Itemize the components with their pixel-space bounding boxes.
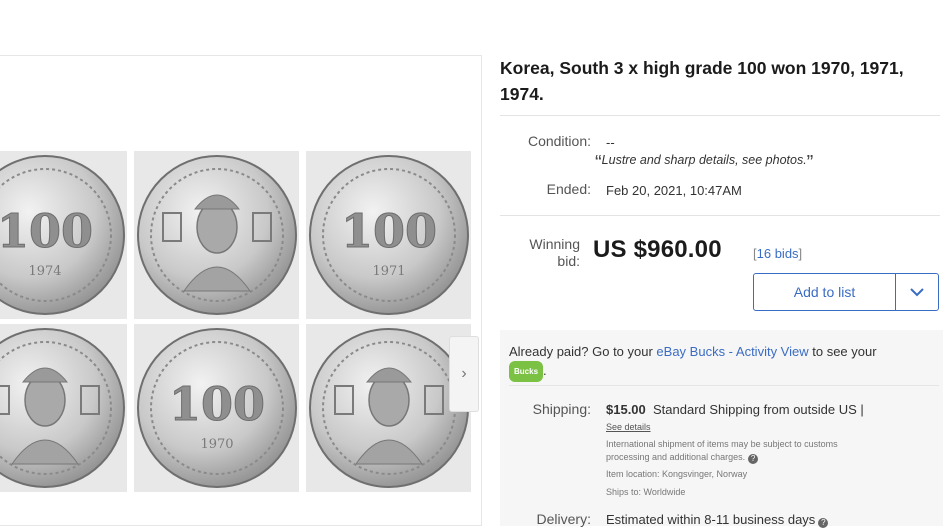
coin-photo-1[interactable]: 100 1974	[0, 151, 127, 319]
coin-photo-2[interactable]	[134, 151, 299, 319]
coin-image	[0, 324, 127, 492]
condition-value: --	[606, 135, 615, 150]
info-icon[interactable]: ?	[818, 518, 829, 528]
shipping-value: $15.00 Standard Shipping from outside US…	[606, 402, 864, 417]
coin-photo-5[interactable]: 100 1970	[134, 324, 299, 492]
divider	[509, 385, 939, 386]
add-to-list-label[interactable]: Add to list	[754, 274, 896, 310]
international-note: International shipment of items may be s…	[606, 439, 838, 464]
see-details-link[interactable]: See details	[606, 421, 651, 434]
chevron-right-icon: ›	[461, 365, 467, 382]
coin-photo-4[interactable]	[0, 324, 127, 492]
close-quote-icon: ”	[806, 152, 814, 174]
add-to-list-button[interactable]: Add to list	[753, 273, 939, 311]
divider	[500, 115, 940, 116]
winning-price: US $960.00	[593, 236, 722, 263]
open-quote-icon: “	[595, 152, 602, 174]
coin-image	[134, 151, 299, 319]
coin-image: 100 1970	[134, 324, 299, 492]
coin-image: 100 1974	[0, 151, 127, 319]
chevron-down-icon[interactable]	[896, 274, 938, 310]
item-location: Item location: Kongsvinger, Norway	[606, 469, 748, 479]
bucks-badge: Bucks	[509, 361, 544, 382]
ships-to: Ships to: Worldwide	[606, 487, 686, 497]
listing-details: Korea, South 3 x high grade 100 won 1970…	[500, 0, 943, 528]
coin-denomination: 100	[341, 204, 437, 258]
shipping-label: Shipping:	[532, 401, 591, 417]
next-image-button[interactable]: ›	[449, 336, 479, 412]
coin-image: 100 1971	[306, 151, 471, 319]
ended-label: Ended:	[546, 181, 591, 197]
divider	[500, 215, 940, 216]
ebay-bucks-link[interactable]: eBay Bucks - Activity View	[656, 344, 808, 359]
coin-year: 1974	[28, 264, 61, 279]
image-gallery: 100 1974 100 1971 100 1970 ›	[0, 55, 482, 526]
bid-count-link[interactable]: [16 bids]	[753, 246, 802, 261]
info-icon[interactable]: ?	[748, 454, 759, 464]
ended-value: Feb 20, 2021, 10:47AM	[606, 183, 742, 198]
already-paid-text: Already paid? Go to your eBay Bucks - Ac…	[509, 342, 939, 382]
coin-year: 1971	[372, 264, 405, 279]
coin-year: 1970	[200, 437, 233, 452]
condition-label: Condition:	[527, 133, 591, 149]
coin-denomination: 100	[0, 204, 93, 258]
coin-denomination: 100	[169, 377, 265, 431]
coin-photo-6[interactable]	[306, 324, 471, 492]
coin-image	[306, 324, 471, 492]
coin-photo-3[interactable]: 100 1971	[306, 151, 471, 319]
condition-description: “Lustre and sharp details, see photos.”	[595, 152, 814, 174]
delivery-label: Delivery:	[536, 511, 591, 527]
winning-bid-label: Winning bid:	[529, 236, 580, 269]
ebay-bucks-panel: Already paid? Go to your eBay Bucks - Ac…	[500, 330, 943, 528]
item-title: Korea, South 3 x high grade 100 won 1970…	[500, 58, 904, 104]
